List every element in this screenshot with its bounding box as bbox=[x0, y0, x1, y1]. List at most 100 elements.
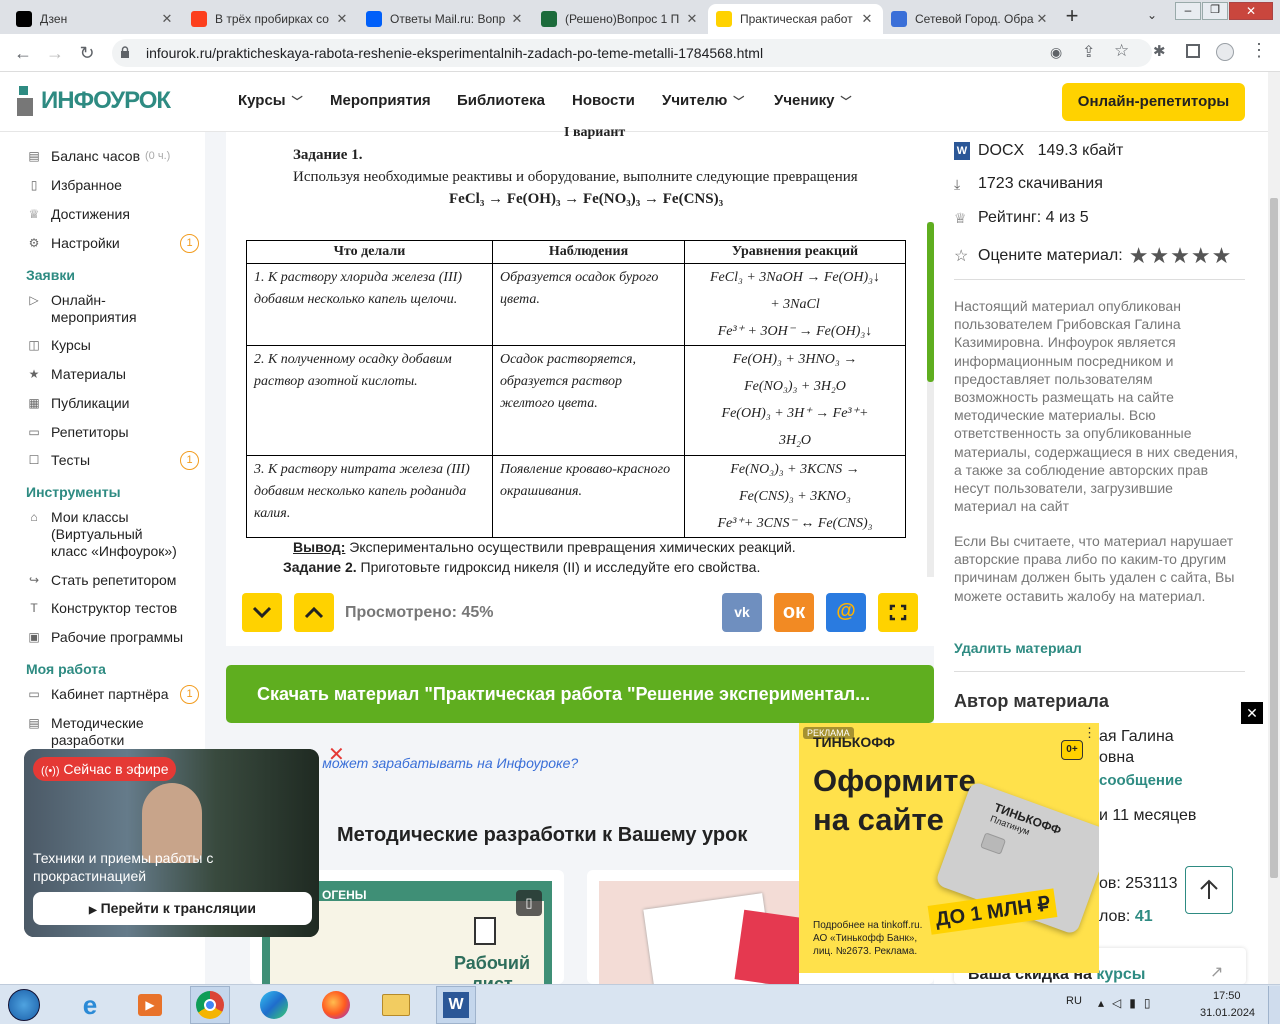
viewer-scrollbar-thumb[interactable] bbox=[927, 222, 934, 382]
sidepanel-icon[interactable] bbox=[1186, 44, 1200, 58]
earn-link[interactable]: ь может зарабатывать на Инфоуроке? bbox=[311, 755, 578, 771]
profile-avatar[interactable] bbox=[1216, 43, 1234, 61]
extensions-icon[interactable]: ✱ bbox=[1153, 42, 1166, 60]
send-message-link[interactable]: сообщение bbox=[1099, 772, 1183, 789]
online-tutors-button[interactable]: Онлайн-репетиторы bbox=[1062, 83, 1245, 121]
scrollbar-thumb[interactable] bbox=[1270, 198, 1278, 878]
sidebar-item[interactable]: ▯ Избранное bbox=[26, 177, 122, 194]
sidebar-item[interactable]: ▦ Публикации bbox=[26, 395, 129, 412]
go-to-broadcast-button[interactable]: ▶ Перейти к трансляции bbox=[33, 892, 312, 925]
bookmark-star-icon[interactable]: ☆ bbox=[1114, 41, 1129, 61]
close-banner-icon[interactable]: ✕ bbox=[328, 742, 345, 767]
tinkoff-ad[interactable]: РЕКЛАМА ТИНЬКОФФ ⋮ 0+ Оформите на сайте … bbox=[799, 723, 1099, 973]
nav-menu-item[interactable]: Мероприятия bbox=[330, 92, 431, 109]
clock-time[interactable]: 17:50 bbox=[1213, 990, 1241, 1002]
page-scrollbar[interactable] bbox=[1268, 72, 1280, 992]
share-ok-button[interactable]: ок bbox=[774, 593, 814, 632]
author-name-1[interactable]: ая Галина bbox=[1099, 728, 1174, 746]
download-material-button[interactable]: Скачать материал "Практическая работа "Р… bbox=[226, 665, 934, 723]
new-tab-button[interactable]: + bbox=[1058, 4, 1086, 30]
tab-close-icon[interactable]: ✕ bbox=[1034, 11, 1050, 27]
browser-tab[interactable]: Ответы Mail.ru: Вопр ✕ bbox=[358, 4, 533, 34]
sidebar-item-label: Баланс часов bbox=[51, 148, 141, 164]
word-icon[interactable]: W bbox=[436, 986, 476, 1024]
sidebar-item[interactable]: ▤ Методические разработки bbox=[26, 715, 143, 749]
lock-icon[interactable] bbox=[120, 46, 130, 59]
setevoy-gorod-icon bbox=[891, 11, 907, 27]
sidebar-item[interactable]: ↪ Стать репетитором bbox=[26, 572, 176, 589]
tab-close-icon[interactable]: ✕ bbox=[859, 11, 875, 27]
page-down-button[interactable] bbox=[242, 593, 282, 632]
variant-title: I вариант bbox=[564, 125, 626, 140]
language-indicator[interactable]: RU bbox=[1066, 995, 1082, 1007]
sidebar-item[interactable]: T Конструктор тестов bbox=[26, 600, 177, 617]
browser-tab[interactable]: Дзен ✕ bbox=[8, 4, 183, 34]
fullscreen-button[interactable] bbox=[878, 593, 918, 632]
firefox-icon[interactable] bbox=[316, 986, 356, 1024]
broadcast-icon: ((•)) bbox=[41, 765, 60, 777]
sidebar-item[interactable]: ⚙ Настройки bbox=[26, 235, 120, 252]
tray-icons[interactable]: ▴◁▮▯ bbox=[1098, 996, 1158, 1010]
nav-menu-item[interactable]: Учителю ﹀ bbox=[662, 92, 744, 109]
nav-menu-item[interactable]: Ученику ﹀ bbox=[774, 92, 852, 109]
start-button[interactable] bbox=[4, 986, 44, 1024]
sidebar-item[interactable]: ⌂ Мои классы (Виртуальный класс «Инфоурок… bbox=[26, 509, 176, 560]
methods-icon: ▤ bbox=[28, 716, 40, 730]
close-window-button[interactable]: ✕ bbox=[1229, 2, 1273, 20]
restore-button[interactable]: ❐ bbox=[1202, 2, 1228, 20]
sidebar-item[interactable]: ▤ Баланс часов (0 ч.) bbox=[26, 148, 170, 165]
sidebar-item[interactable]: ▷ Онлайн- мероприятия bbox=[26, 292, 136, 326]
nav-menu-item[interactable]: Курсы ﹀ bbox=[238, 92, 303, 109]
sidebar-item[interactable]: ★ Материалы bbox=[26, 366, 126, 383]
sidebar-item[interactable]: ▭ Кабинет партнёра bbox=[26, 686, 168, 703]
bookmark-icon[interactable]: ▯ bbox=[516, 890, 542, 916]
media-player-icon[interactable]: ▶ bbox=[130, 986, 170, 1024]
nav-menu-label: Библиотека bbox=[457, 92, 545, 109]
sidebar-item[interactable]: ♕ Достижения bbox=[26, 206, 130, 223]
address-bar[interactable]: infourok.ru/prakticheskaya-rabota-reshen… bbox=[112, 39, 1152, 67]
author-materials-count[interactable]: 41 bbox=[1135, 908, 1153, 925]
discount-link[interactable]: курсы bbox=[1096, 966, 1145, 983]
menu-dots-icon[interactable]: ⋮ bbox=[1250, 40, 1268, 61]
share-mail-button[interactable]: @ bbox=[826, 593, 866, 632]
page-up-button[interactable] bbox=[294, 593, 334, 632]
tab-close-icon[interactable]: ✕ bbox=[159, 11, 175, 27]
explorer-icon[interactable] bbox=[376, 986, 416, 1024]
show-desktop-button[interactable] bbox=[1268, 986, 1280, 1024]
nav-menu-item[interactable]: Библиотека bbox=[457, 92, 545, 109]
browser-tab[interactable]: Сетевой Город. Обра ✕ bbox=[883, 4, 1058, 34]
chrome-icon[interactable] bbox=[190, 986, 230, 1024]
file-format-text: DOCX bbox=[978, 142, 1025, 159]
eye-off-icon[interactable]: ◉ bbox=[1050, 44, 1062, 61]
sidebar-item[interactable]: ◫ Курсы bbox=[26, 337, 91, 354]
share-icon[interactable]: ⇪ bbox=[1082, 42, 1095, 62]
sidebar-item[interactable]: ▣ Рабочие программы bbox=[26, 629, 183, 646]
scroll-top-button[interactable] bbox=[1185, 866, 1233, 914]
card-tag: ОГЕНЫ bbox=[322, 888, 367, 902]
site-logo[interactable]: ИНФОУРОК bbox=[17, 86, 171, 116]
browser-tab[interactable]: Практическая работ ✕ bbox=[708, 4, 883, 34]
live-broadcast-panel[interactable]: ((•)) Сейчас в эфире Техники и приемы ра… bbox=[24, 749, 319, 937]
ie-icon[interactable]: e bbox=[70, 986, 110, 1024]
edge-icon[interactable] bbox=[254, 986, 294, 1024]
ad-close-button[interactable]: ✕ bbox=[1241, 702, 1263, 724]
tab-close-icon[interactable]: ✕ bbox=[684, 11, 700, 27]
back-arrow-icon[interactable]: ← bbox=[10, 40, 36, 66]
minimize-button[interactable]: – bbox=[1175, 2, 1201, 20]
browser-tab[interactable]: (Решено)Вопрос 1 П ✕ bbox=[533, 4, 708, 34]
nav-menu-item[interactable]: Новости bbox=[572, 92, 635, 109]
forward-arrow-icon[interactable]: → bbox=[42, 40, 68, 66]
tab-search-chevron-icon[interactable]: ⌄ bbox=[1143, 8, 1161, 26]
author-name-2[interactable]: овна bbox=[1099, 749, 1134, 767]
sidebar-item[interactable]: ☐ Тесты bbox=[26, 452, 90, 469]
clock-date[interactable]: 31.01.2024 bbox=[1200, 1007, 1255, 1019]
ad-menu-icon[interactable]: ⋮ bbox=[1083, 725, 1096, 741]
share-vk-button[interactable]: vk bbox=[722, 593, 762, 632]
tab-close-icon[interactable]: ✕ bbox=[334, 11, 350, 27]
delete-material-link[interactable]: Удалить материал bbox=[954, 640, 1082, 656]
tab-close-icon[interactable]: ✕ bbox=[509, 11, 525, 27]
browser-tab[interactable]: В трёх пробирках со ✕ bbox=[183, 4, 358, 34]
reload-icon[interactable]: ↻ bbox=[74, 40, 100, 66]
sidebar-item[interactable]: ▭ Репетиторы bbox=[26, 424, 128, 441]
rating-stars[interactable]: ★★★★★ bbox=[1129, 243, 1233, 269]
